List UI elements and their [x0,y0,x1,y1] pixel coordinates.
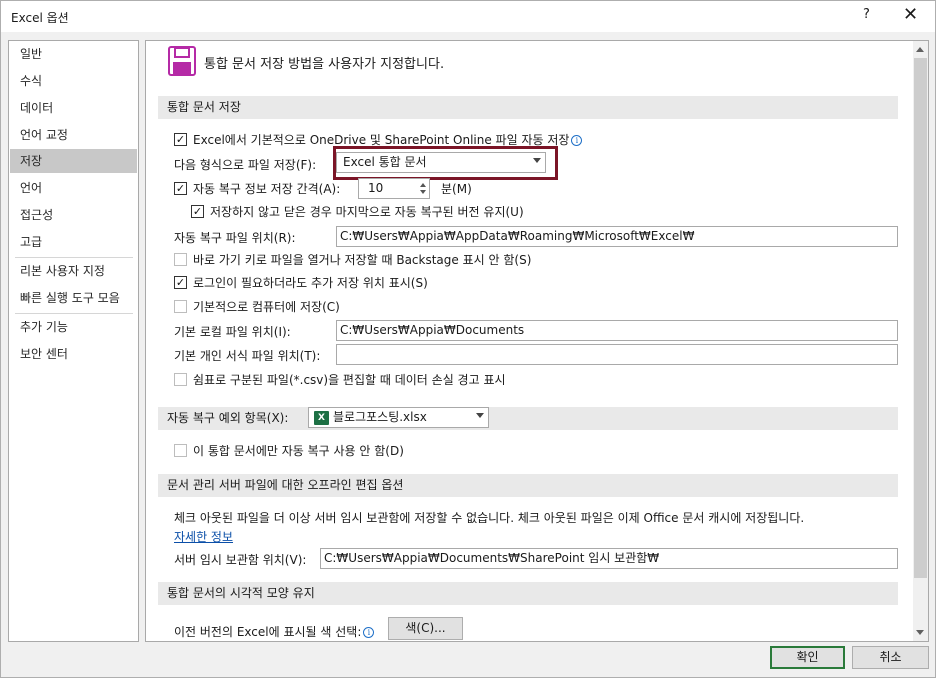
minutes-unit-label: 분(M) [441,182,472,196]
section-title-autorecover-exceptions: 자동 복구 예외 항목(X): [158,407,898,430]
disable-autorecover-checkbox[interactable] [174,444,187,457]
scroll-up-icon[interactable] [916,47,924,52]
sidebar-item-add-ins[interactable]: 추가 기능 [10,315,137,339]
spin-up-icon[interactable] [420,183,426,187]
sidebar-item-data[interactable]: 데이터 [10,96,137,120]
more-information-link[interactable]: 자세한 정보 [174,528,233,545]
sidebar-item-accessibility[interactable]: 접근성 [10,203,137,227]
default-local-location-input[interactable]: C:₩Users₩Appia₩Documents [336,320,898,341]
autorecover-minutes-value: 10 [368,181,384,195]
sidebar: 일반 수식 데이터 언어 교정 저장 언어 접근성 고급 리본 사용자 지정 빠… [8,40,139,642]
csv-warning-label: 쉼표로 구분된 파일(*.csv)을 편집할 때 데이터 손실 경고 표시 [193,373,506,387]
personal-templates-input[interactable] [336,344,898,365]
sidebar-item-general[interactable]: 일반 [10,42,137,66]
sidebar-item-language[interactable]: 언어 [10,176,137,200]
show-additional-places-label: 로그인이 필요하더라도 추가 저장 위치 표시(S) [193,276,428,290]
close-button[interactable]: ✕ [903,4,918,25]
default-local-location-label: 기본 로컬 파일 위치(I): [174,325,291,339]
options-panel: 통합 문서 저장 방법을 사용자가 지정합니다. 통합 문서 저장 ✓ Exce… [145,40,929,642]
save-to-computer-label: 기본적으로 컴퓨터에 저장(C) [193,300,340,314]
sidebar-divider [15,257,133,258]
colors-label: 이전 버전의 Excel에 표시될 색 선택: i [174,623,375,640]
sidebar-item-customize-ribbon[interactable]: 리본 사용자 지정 [10,259,137,283]
title-bar: Excel 옵션 ? ✕ [0,0,936,32]
sidebar-item-save[interactable]: 저장 [10,149,137,173]
colors-button[interactable]: 색(C)... [388,617,463,640]
keep-last-version-label: 저장하지 않고 닫은 경우 마지막으로 자동 복구된 버전 유지(U) [210,205,524,219]
section-title-visual-appearance: 통합 문서의 시각적 모양 유지 [158,582,898,605]
autorecover-interval-label: 자동 복구 정보 저장 간격(A): [193,182,341,196]
sidebar-item-trust-center[interactable]: 보안 센터 [10,342,137,366]
scrollbar-thumb[interactable] [914,58,927,578]
page-description: 통합 문서 저장 방법을 사용자가 지정합니다. [204,57,445,72]
scroll-down-icon[interactable] [916,630,924,635]
sidebar-divider [15,313,133,314]
chevron-down-icon [476,413,484,418]
autorecover-location-label: 자동 복구 파일 위치(R): [174,231,296,245]
autorecover-interval-checkbox[interactable]: ✓ [174,182,187,195]
excel-file-icon: X [314,411,329,425]
autorecover-minutes-spinner[interactable]: 10 [358,178,430,199]
sidebar-item-formulas[interactable]: 수식 [10,69,137,93]
vertical-scrollbar[interactable] [913,41,928,641]
no-backstage-label: 바로 가기 키로 파일을 열거나 저장할 때 Backstage 표시 안 함(… [193,253,532,267]
keep-last-version-checkbox[interactable]: ✓ [191,205,204,218]
sidebar-item-advanced[interactable]: 고급 [10,230,137,254]
csv-warning-checkbox[interactable] [174,373,187,386]
personal-templates-label: 기본 개인 서식 파일 위치(T): [174,349,321,363]
info-icon[interactable]: i [571,135,583,146]
autorecover-workbook-dropdown[interactable]: X 블로그포스팅.xlsx [308,407,489,428]
sidebar-item-proofing[interactable]: 언어 교정 [10,123,137,147]
show-additional-places-checkbox[interactable]: ✓ [174,276,187,289]
disable-autorecover-label: 이 통합 문서에만 자동 복구 사용 안 함(D) [193,444,404,458]
window-title: Excel 옵션 [11,11,69,25]
save-to-computer-checkbox[interactable] [174,300,187,313]
cancel-button[interactable]: 취소 [852,646,929,669]
spin-down-icon[interactable] [420,190,426,194]
section-title-offline-editing: 문서 관리 서버 파일에 대한 오프라인 편집 옵션 [158,474,898,497]
server-drafts-location-input[interactable]: C:₩Users₩Appia₩Documents₩SharePoint 임시 보… [320,548,898,569]
info-icon[interactable]: i [363,627,375,638]
autosave-onedrive-checkbox[interactable]: ✓ [174,133,187,146]
no-backstage-checkbox[interactable] [174,253,187,266]
autorecover-workbook-value: 블로그포스팅.xlsx [333,410,427,424]
offline-editing-description: 체크 아웃된 파일을 더 이상 서버 임시 보관함에 저장할 수 없습니다. 체… [174,511,805,525]
section-title-save-workbooks: 통합 문서 저장 [158,96,898,119]
floppy-disk-icon [168,46,196,76]
help-button[interactable]: ? [863,7,870,22]
highlight-annotation [333,146,558,180]
autorecover-location-input[interactable]: C:₩Users₩Appia₩AppData₩Roaming₩Microsoft… [336,226,898,247]
server-drafts-label: 서버 임시 보관함 위치(V): [174,553,307,567]
save-format-label: 다음 형식으로 파일 저장(F): [174,158,317,172]
ok-button[interactable]: 확인 [770,646,845,669]
sidebar-item-quick-access-toolbar[interactable]: 빠른 실행 도구 모음 [10,286,137,310]
